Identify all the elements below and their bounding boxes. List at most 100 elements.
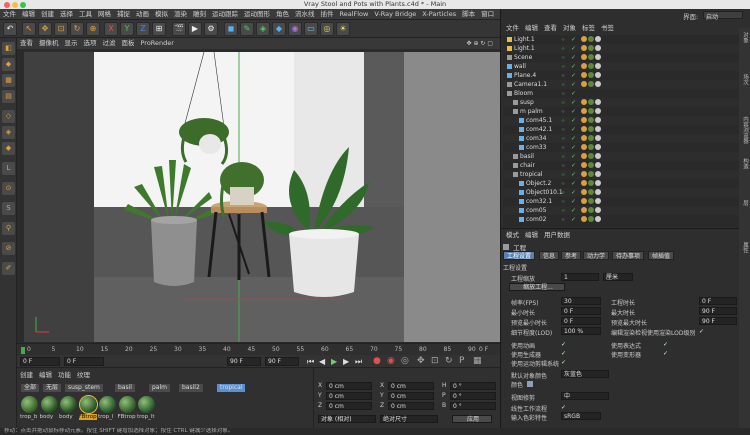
enable-check-icon[interactable]: ✓ [571, 179, 576, 188]
viewport-menu-item[interactable]: 面板 [119, 38, 138, 49]
material-ball[interactable] [78, 395, 98, 414]
object-name[interactable]: com45.1 [526, 116, 552, 125]
object-row[interactable]: com45.1 ⁘ ✓ [503, 116, 739, 125]
default-color-dropdown[interactable]: 灰蓝色 [561, 370, 609, 378]
paint-icon[interactable]: ✐ [2, 262, 15, 275]
object-row[interactable]: tropical ⁘ ✓ [503, 170, 739, 179]
coord-size-dropdown[interactable]: 绝对尺寸 [380, 415, 438, 423]
material-tag-icon[interactable] [595, 207, 601, 213]
material-tag-icon[interactable] [581, 144, 587, 150]
attribute-field[interactable]: 0 F [561, 317, 601, 325]
material-menu-item[interactable]: 纹理 [74, 370, 93, 380]
material-tag-icon[interactable] [595, 99, 601, 105]
checkbox[interactable]: ✓ [561, 350, 566, 357]
material-tag-icon[interactable] [588, 117, 594, 123]
render-view-icon[interactable]: 🎬 [172, 22, 186, 36]
object-row[interactable]: Plane.4 ⁘ ✓ [503, 71, 739, 80]
lock-workplane-icon[interactable]: ⊘ [2, 242, 15, 255]
material-tag-icon[interactable] [595, 216, 601, 222]
object-row[interactable]: m palm ⁘ ✓ [503, 107, 739, 116]
menu-item[interactable]: 窗口 [478, 9, 497, 20]
material-tag-icon[interactable] [595, 198, 601, 204]
points-mode-icon[interactable]: ◇ [2, 110, 15, 123]
material-tag-icon[interactable] [588, 189, 594, 195]
object-row[interactable]: com42.1 ⁘ ✓ [503, 125, 739, 134]
enable-check-icon[interactable]: ✓ [571, 80, 576, 89]
scale-icon[interactable]: ⊡ [54, 22, 68, 36]
material-tag-icon[interactable] [595, 189, 601, 195]
object-menu-item[interactable]: 书签 [598, 23, 617, 34]
attribute-tab[interactable]: 信息 [539, 251, 560, 260]
material-tag-icon[interactable] [581, 198, 587, 204]
material-tag-icon[interactable] [595, 126, 601, 132]
visibility-dots-icon[interactable]: ⁘ [561, 216, 565, 225]
material-tag-icon[interactable] [595, 162, 601, 168]
object-row[interactable]: susp ⁘ ✓ [503, 98, 739, 107]
attribute-field[interactable]: 30 [561, 297, 601, 305]
end-frame-field[interactable]: 90 F [227, 357, 261, 366]
material-tag-icon[interactable] [595, 171, 601, 177]
menu-item[interactable]: 网格 [95, 9, 114, 20]
color-swatch[interactable] [527, 381, 533, 387]
menu-item[interactable]: 捕捉 [114, 9, 133, 20]
material-tag-icon[interactable] [595, 63, 601, 69]
view-clip-dropdown[interactable]: 中 [561, 392, 609, 400]
record-icon[interactable]: ● [373, 356, 381, 366]
checkbox[interactable]: ✓ [561, 404, 566, 411]
goto-end-icon[interactable]: ⏭ [355, 357, 362, 367]
object-row[interactable]: Object.2 ⁘ ✓ [503, 179, 739, 188]
side-tab[interactable]: 属性 [740, 242, 749, 253]
material-tag-icon[interactable] [588, 198, 594, 204]
coord-field[interactable]: 0 cm [388, 392, 434, 400]
object-row[interactable]: chair ⁘ ✓ [503, 161, 739, 170]
object-name[interactable]: com32.1 [526, 197, 552, 206]
object-name[interactable]: basil [520, 152, 534, 161]
object-name[interactable]: com42.1 [526, 125, 552, 134]
enable-check-icon[interactable]: ✓ [571, 98, 576, 107]
floor-icon[interactable]: ▭ [304, 22, 318, 36]
material-tag-icon[interactable] [588, 126, 594, 132]
menu-item[interactable]: 选择 [57, 9, 76, 20]
material-tag-icon[interactable] [581, 162, 587, 168]
material-tag-icon[interactable] [588, 135, 594, 141]
solo-icon[interactable]: ⊙ [2, 182, 15, 195]
edges-mode-icon[interactable]: ◈ [2, 126, 15, 139]
enable-check-icon[interactable]: ✓ [571, 188, 576, 197]
enable-check-icon[interactable]: ✓ [571, 215, 576, 224]
object-name[interactable]: Object.2 [526, 179, 551, 188]
material-tag-icon[interactable] [581, 45, 587, 51]
material-filter-tab[interactable]: 无层 [43, 384, 62, 392]
material-ball[interactable] [60, 396, 77, 413]
material-menu-item[interactable]: 功能 [55, 370, 74, 380]
move-tool-icon[interactable]: ↖ [22, 22, 36, 36]
object-name[interactable]: m palm [520, 107, 543, 116]
material-tag-icon[interactable] [595, 108, 601, 114]
object-name[interactable]: com02 [526, 215, 546, 224]
material-tag-icon[interactable] [581, 99, 587, 105]
material-tag-icon[interactable] [595, 54, 601, 60]
material-filter-tab[interactable]: 全部 [21, 384, 40, 392]
object-menu-item[interactable]: 查看 [541, 23, 560, 34]
enable-check-icon[interactable]: ✓ [571, 107, 576, 116]
material-tag-icon[interactable] [588, 72, 594, 78]
material-tag-icon[interactable] [581, 180, 587, 186]
menu-item[interactable]: 流水线 [292, 9, 318, 20]
project-scale-field[interactable]: 1 [561, 273, 599, 281]
light-icon[interactable]: ☀ [336, 22, 350, 36]
attribute-field[interactable]: 0 F [561, 307, 601, 315]
checkbox[interactable]: ✓ [561, 341, 566, 348]
attribute-menu-item[interactable]: 用户数据 [541, 230, 573, 240]
attribute-tab[interactable]: 参考 [561, 251, 582, 260]
project-scale-unit-dropdown[interactable]: 厘米 [603, 273, 633, 281]
move-key-icon[interactable]: ✥ [417, 356, 425, 366]
spline-pen-icon[interactable]: ✎ [240, 22, 254, 36]
object-name[interactable]: chair [520, 161, 535, 170]
material-tag-icon[interactable] [595, 153, 601, 159]
input-color-dropdown[interactable]: sRGB [561, 412, 601, 420]
viewport-menu-item[interactable]: 选项 [81, 38, 100, 49]
material-tag-icon[interactable] [581, 189, 587, 195]
object-name[interactable]: wall [514, 62, 526, 71]
attribute-tab[interactable]: 动力学 [583, 251, 610, 260]
material-filter-tab[interactable]: tropical [217, 384, 246, 392]
deformer-icon[interactable]: ◉ [288, 22, 302, 36]
